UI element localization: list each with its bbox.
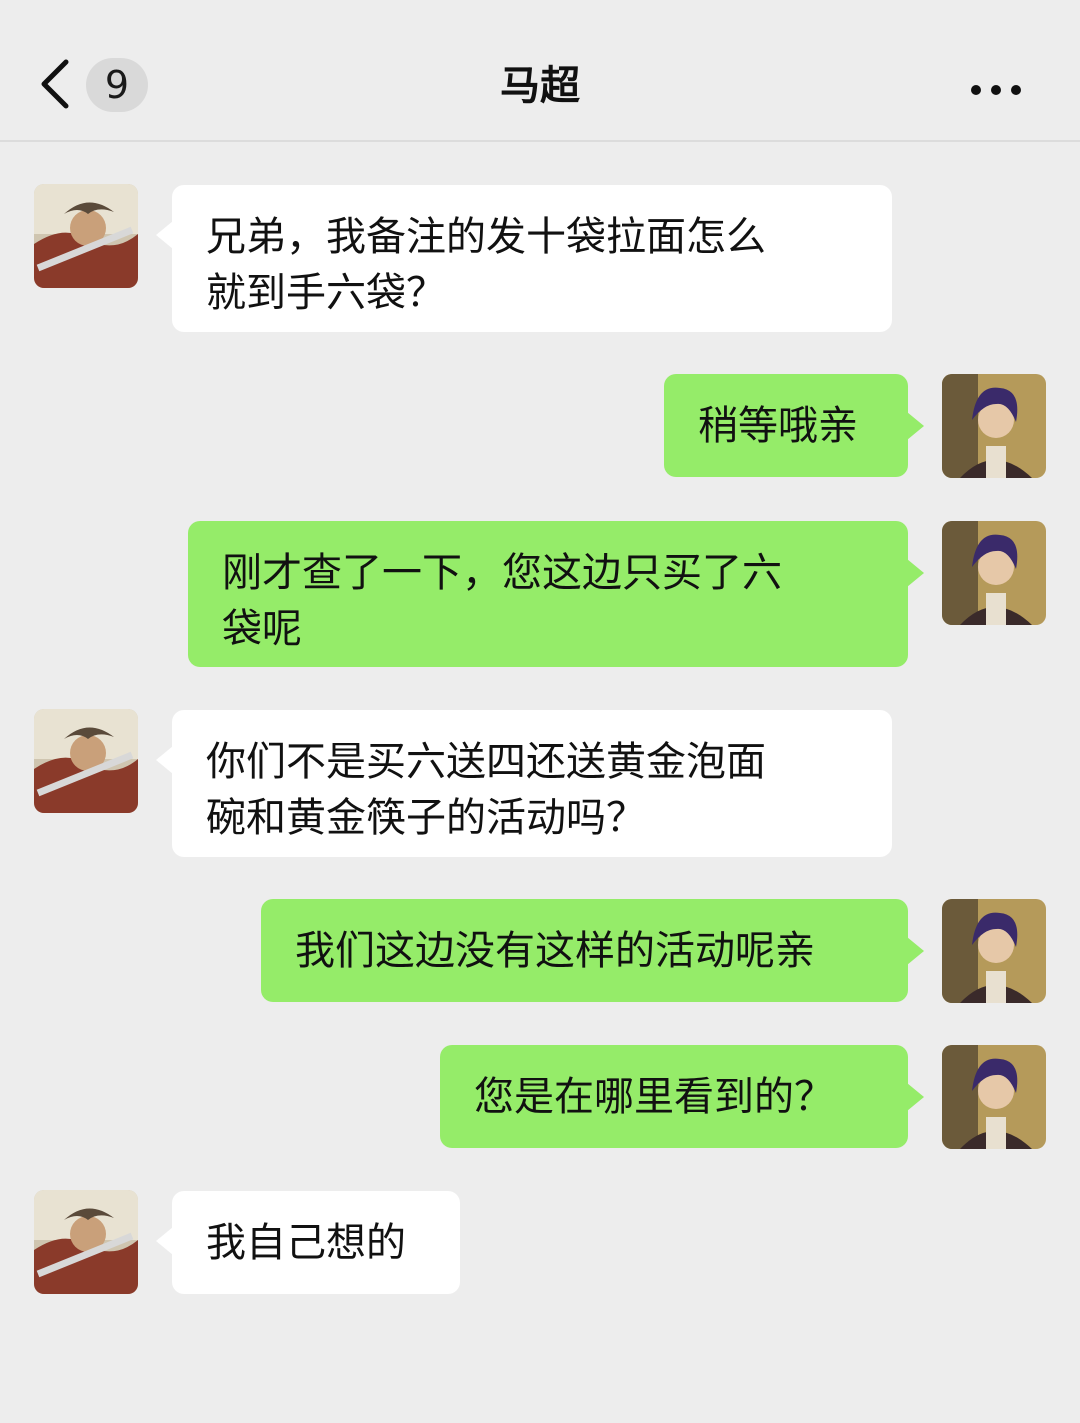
message-bubble-outgoing[interactable]: 刚才查了一下，您这边只买了六 袋呢 (188, 521, 924, 667)
contact-avatar[interactable] (34, 184, 138, 288)
message-bubble-incoming[interactable]: 兄弟，我备注的发十袋拉面怎么 就到手六袋？ (156, 185, 892, 332)
chat-header: 9 马超 (0, 0, 1080, 142)
message-bubble-outgoing[interactable]: 稍等哦亲 (664, 374, 924, 477)
message-bubble-outgoing[interactable]: 我们这边没有这样的活动呢亲 (261, 899, 924, 1002)
contact-avatar[interactable] (34, 709, 138, 813)
more-options-button[interactable] (966, 78, 1026, 102)
my-avatar-image (942, 899, 1046, 1003)
my-avatar[interactable] (942, 1045, 1046, 1149)
contact-avatar-image (34, 709, 138, 813)
more-dots-icon (971, 85, 1021, 95)
message-bubble-incoming[interactable]: 你们不是买六送四还送黄金泡面 碗和黄金筷子的活动吗？ (156, 710, 892, 857)
my-avatar[interactable] (942, 899, 1046, 1003)
my-avatar-image (942, 374, 1046, 478)
my-avatar[interactable] (942, 374, 1046, 478)
chat-title: 马超 (500, 63, 580, 109)
my-avatar-image (942, 521, 1046, 625)
contact-avatar-image (34, 1190, 138, 1294)
contact-avatar-image (34, 184, 138, 288)
my-avatar-image (942, 1045, 1046, 1149)
message-bubble-outgoing[interactable]: 您是在哪里看到的？ (440, 1045, 924, 1148)
message-bubble-incoming[interactable]: 我自己想的 (156, 1191, 460, 1294)
my-avatar[interactable] (942, 521, 1046, 625)
contact-avatar[interactable] (34, 1190, 138, 1294)
